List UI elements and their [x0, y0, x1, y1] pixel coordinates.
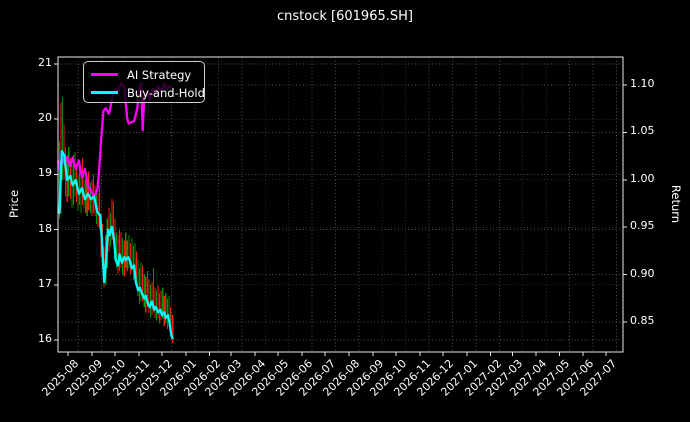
legend-label-ai-strategy: AI Strategy	[127, 67, 192, 82]
legend: AI Strategy Buy-and-Hold	[83, 61, 205, 103]
legend-item-ai-strategy: AI Strategy	[91, 66, 204, 83]
price-axis-label: Price	[7, 189, 21, 219]
return-tick-label: 0.95	[630, 219, 655, 233]
price-tick-label: 20	[38, 111, 52, 125]
price-tick-label: 17	[38, 276, 52, 290]
price-tick-label: 19	[38, 166, 52, 180]
ai-strategy-line-swatch	[91, 73, 118, 76]
return-axis-label: Return	[669, 184, 683, 224]
price-tick-label: 16	[38, 332, 52, 345]
return-tick-label: 1.10	[630, 77, 655, 90]
legend-label-buy-and-hold: Buy-and-Hold	[127, 85, 205, 100]
price-tick-label: 21	[38, 56, 52, 69]
return-tick-label: 1.05	[630, 124, 655, 138]
price-tick-label: 18	[38, 221, 52, 235]
figure: cnstock [601965.SH] Price Return AI Stra…	[0, 0, 690, 422]
return-tick-label: 1.00	[630, 171, 655, 185]
legend-item-buy-and-hold: Buy-and-Hold	[91, 84, 205, 101]
buy-and-hold-line-swatch	[91, 91, 118, 94]
return-tick-label: 0.85	[630, 314, 655, 327]
return-tick-label: 0.90	[630, 266, 655, 280]
